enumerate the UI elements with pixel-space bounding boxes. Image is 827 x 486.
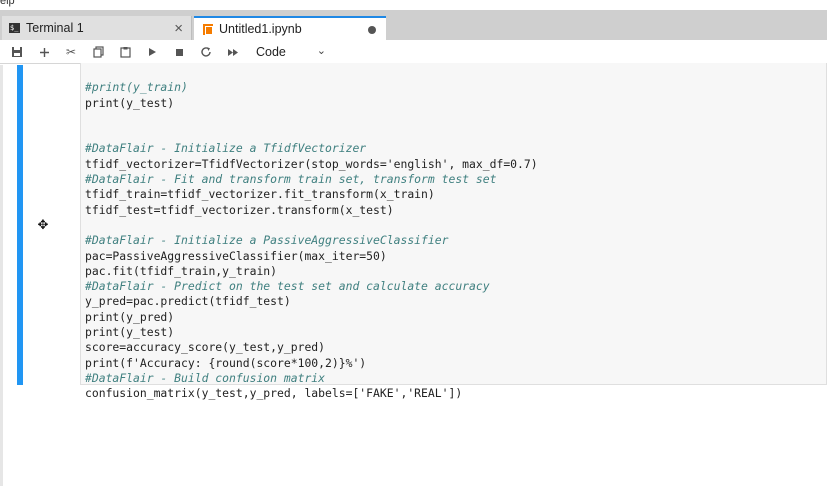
unsaved-dot-icon[interactable] <box>368 26 376 34</box>
notebook-icon <box>203 23 213 35</box>
code-line: print(y_test) <box>85 95 175 110</box>
code-line: #DataFlair - Fit and transform train set… <box>85 172 497 187</box>
code-line: confusion_matrix(y_test,y_pred, labels=[… <box>85 386 463 401</box>
cut-icon[interactable]: ✂ <box>62 43 80 61</box>
restart-icon[interactable] <box>197 43 215 61</box>
left-edge <box>0 65 3 486</box>
cell-type-select[interactable]: Code ⌄ <box>250 43 330 61</box>
code-line: tfidf_test=tfidf_vectorizer.transform(x_… <box>85 202 394 217</box>
close-icon[interactable]: × <box>174 20 183 37</box>
tab-bar: $_ Terminal 1 × Untitled1.ipynb <box>0 10 827 40</box>
fast-forward-icon[interactable] <box>224 43 242 61</box>
code-line: #print(y_train) <box>85 80 188 95</box>
save-icon[interactable] <box>8 43 26 61</box>
code-editor[interactable]: #print(y_train) print(y_test) #DataFlair… <box>85 65 538 402</box>
paste-icon[interactable] <box>116 43 134 61</box>
tab-notebook-label: Untitled1.ipynb <box>219 22 302 36</box>
cell-type-value: Code <box>256 45 286 59</box>
code-line: tfidf_train=tfidf_vectorizer.fit_transfo… <box>85 187 435 202</box>
top-strip-label: elp <box>0 0 15 7</box>
tab-terminal[interactable]: $_ Terminal 1 × <box>2 16 192 40</box>
add-icon[interactable] <box>35 43 53 61</box>
notebook-panel: ✥ #print(y_train) print(y_test) #DataFla… <box>0 63 827 486</box>
notebook-toolbar: ✂ Code ⌄ <box>0 40 827 64</box>
active-cell-indicator[interactable] <box>17 65 23 385</box>
code-line: print(y_pred) <box>85 309 175 324</box>
copy-icon[interactable] <box>89 43 107 61</box>
code-line: #DataFlair - Build confusion matrix <box>85 370 326 385</box>
top-strip: elp <box>0 0 827 10</box>
jupyterlab-window: elp $_ Terminal 1 × Untitled1.ipynb ✂ Co… <box>0 0 827 486</box>
code-line: score=accuracy_score(y_test,y_pred) <box>85 340 326 355</box>
code-line: y_pred=pac.predict(tfidf_test) <box>85 294 291 309</box>
run-icon[interactable] <box>143 43 161 61</box>
code-line: pac.fit(tfidf_train,y_train) <box>85 263 278 278</box>
code-line: print(y_test) <box>85 325 175 340</box>
code-line: tfidf_vectorizer=TfidfVectorizer(stop_wo… <box>85 156 538 171</box>
code-line: #DataFlair - Predict on the test set and… <box>85 279 490 294</box>
chevron-down-icon: ⌄ <box>316 45 326 57</box>
terminal-icon: $_ <box>9 23 20 33</box>
code-line: print(f'Accuracy: {round(score*100,2)}%'… <box>85 355 367 370</box>
stop-icon[interactable] <box>170 43 188 61</box>
move-cursor-icon: ✥ <box>37 217 49 232</box>
code-line: #DataFlair - Initialize a TfidfVectorize… <box>85 141 367 156</box>
code-line: pac=PassiveAggressiveClassifier(max_iter… <box>85 248 387 263</box>
code-line: #DataFlair - Initialize a PassiveAggress… <box>85 233 449 248</box>
tab-terminal-label: Terminal 1 <box>26 21 84 35</box>
tab-notebook[interactable]: Untitled1.ipynb <box>194 16 386 40</box>
